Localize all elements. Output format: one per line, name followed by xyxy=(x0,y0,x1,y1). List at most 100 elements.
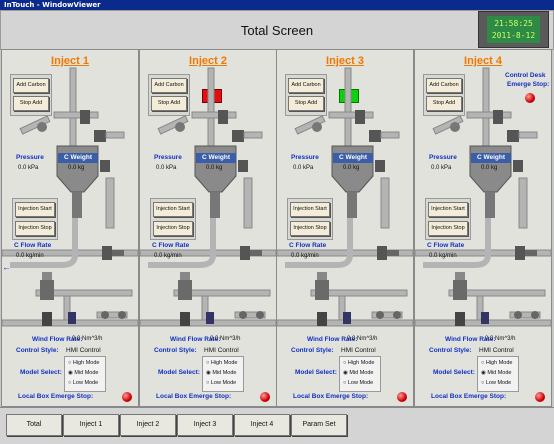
inject-panel-4: Inject 4 Add Carbon Stop Add Control Desk Em… xyxy=(414,49,552,407)
cflow-value: 0.0 kg/min xyxy=(291,253,319,259)
mode-low-radio[interactable]: ○ Low Mode xyxy=(68,380,98,386)
cweight-value: 0.0 kg xyxy=(206,165,223,171)
cflow-value: 0.0 kg/min xyxy=(16,253,44,259)
mode-high-label: High Mode xyxy=(485,360,513,366)
injection-stop-button[interactable]: Injection Stop xyxy=(153,221,193,236)
pressure-value: 0.0 kPa xyxy=(156,165,177,171)
pressure-value: 0.0 kPa xyxy=(431,165,452,171)
cweight-label: C Weight xyxy=(333,153,373,163)
cweight-value: 0.0 kg xyxy=(481,165,498,171)
nav-param-set-button[interactable]: Param Set xyxy=(291,414,347,436)
cflow-label: C Flow Rate xyxy=(152,242,190,249)
injection-start-button[interactable]: Injection Start xyxy=(15,202,55,217)
local-emerge-lamp-icon[interactable] xyxy=(397,392,407,402)
control-style-value: HMI Control xyxy=(479,347,514,354)
model-select-radio-group: ○ High Mode ◉ Mid Mode ○ Low Mode xyxy=(202,356,244,392)
pressure-label: Pressure xyxy=(16,154,44,161)
mode-mid-label: Mid Mode xyxy=(349,370,374,376)
mode-low-radio[interactable]: ○ Low Mode xyxy=(343,380,373,386)
injection-stop-button[interactable]: Injection Stop xyxy=(290,221,330,236)
nav-inject1-button[interactable]: Inject 1 xyxy=(63,414,119,436)
mode-mid-radio[interactable]: ◉ Mid Mode xyxy=(481,370,511,376)
cweight-value: 0.0 kg xyxy=(343,165,360,171)
model-select-label: Model Select: xyxy=(433,369,475,376)
nav-inject3-button[interactable]: Inject 3 xyxy=(177,414,233,436)
mode-low-label: Low Mode xyxy=(210,380,237,386)
control-style-value: HMI Control xyxy=(341,347,376,354)
pressure-value: 0.0 kPa xyxy=(18,165,39,171)
local-emerge-lamp-icon[interactable] xyxy=(122,392,132,402)
clock-display: 21:58:25 2011-8-12 xyxy=(478,11,549,48)
local-emerge-label: Local Box Emerge Stop: xyxy=(293,393,369,400)
clock-date: 2011-8-12 xyxy=(491,31,536,40)
cweight-label: C Weight xyxy=(471,153,511,163)
wind-flow-value: 0.0 Nm^3/h xyxy=(72,336,103,342)
flow-arrow-icon: ← xyxy=(2,262,11,272)
mode-mid-radio[interactable]: ◉ Mid Mode xyxy=(206,370,236,376)
pressure-label: Pressure xyxy=(291,154,319,161)
cflow-label: C Flow Rate xyxy=(14,242,52,249)
pressure-label: Pressure xyxy=(429,154,457,161)
mode-high-radio[interactable]: ○ High Mode xyxy=(206,360,237,366)
model-select-radio-group: ○ High Mode ◉ Mid Mode ○ Low Mode xyxy=(477,356,519,392)
pressure-label: Pressure xyxy=(154,154,182,161)
control-style-label: Control Style: xyxy=(429,347,472,354)
nav-total-button[interactable]: Total xyxy=(6,414,62,436)
mode-low-radio[interactable]: ○ Low Mode xyxy=(481,380,511,386)
control-style-value: HMI Control xyxy=(204,347,239,354)
mode-high-label: High Mode xyxy=(72,360,100,366)
control-style-value: HMI Control xyxy=(66,347,101,354)
cflow-value: 0.0 kg/min xyxy=(429,253,457,259)
model-select-label: Model Select: xyxy=(158,369,200,376)
nav-inject4-button[interactable]: Inject 4 xyxy=(234,414,290,436)
nav-inject2-button[interactable]: Inject 2 xyxy=(120,414,176,436)
cweight-label: C Weight xyxy=(196,153,236,163)
mode-high-radio[interactable]: ○ High Mode xyxy=(481,360,512,366)
cweight-value: 0.0 kg xyxy=(68,165,85,171)
mode-low-label: Low Mode xyxy=(347,380,374,386)
mode-high-radio[interactable]: ○ High Mode xyxy=(343,360,374,366)
mode-mid-label: Mid Mode xyxy=(487,370,512,376)
model-select-radio-group: ○ High Mode ◉ Mid Mode ○ Low Mode xyxy=(64,356,106,392)
wind-flow-value: 0.0 Nm^3/h xyxy=(210,336,241,342)
inject-panel-1: Inject 1 Add Carbon Stop Add Pressure 0.0 kP… xyxy=(1,49,139,407)
model-select-label: Model Select: xyxy=(295,369,337,376)
clock-time: 21:58:25 xyxy=(494,19,533,28)
control-style-label: Control Style: xyxy=(291,347,334,354)
injection-start-button[interactable]: Injection Start xyxy=(290,202,330,217)
mode-low-label: Low Mode xyxy=(485,380,512,386)
mode-mid-label: Mid Mode xyxy=(74,370,99,376)
control-style-label: Control Style: xyxy=(154,347,197,354)
injection-start-button[interactable]: Injection Start xyxy=(428,202,468,217)
local-emerge-lamp-icon[interactable] xyxy=(260,392,270,402)
mode-low-radio[interactable]: ○ Low Mode xyxy=(206,380,236,386)
mode-mid-radio[interactable]: ◉ Mid Mode xyxy=(343,370,373,376)
page-title: Total Screen xyxy=(240,23,314,38)
bottom-nav: Total Inject 1 Inject 2 Inject 3 Inject … xyxy=(0,407,554,444)
local-emerge-lamp-icon[interactable] xyxy=(535,392,545,402)
local-emerge-label: Local Box Emerge Stop: xyxy=(18,393,94,400)
injection-start-button[interactable]: Injection Start xyxy=(153,202,193,217)
header-bar: Total Screen xyxy=(0,10,554,50)
model-select-label: Model Select: xyxy=(20,369,62,376)
cweight-label: C Weight xyxy=(58,153,98,163)
injection-stop-button[interactable]: Injection Stop xyxy=(428,221,468,236)
local-emerge-label: Local Box Emerge Stop: xyxy=(156,393,232,400)
cflow-label: C Flow Rate xyxy=(427,242,465,249)
local-emerge-label: Local Box Emerge Stop: xyxy=(431,393,507,400)
inject-panel-3: Inject 3 Add Carbon Stop Add Pressure 0.0 kP… xyxy=(276,49,414,407)
inject-panel-2: Inject 2 Add Carbon Stop Add Pressure 0.0 kP… xyxy=(139,49,277,407)
control-style-label: Control Style: xyxy=(16,347,59,354)
model-select-radio-group: ○ High Mode ◉ Mid Mode ○ Low Mode xyxy=(339,356,381,392)
cflow-value: 0.0 kg/min xyxy=(154,253,182,259)
window-titlebar: InTouch - WindowViewer xyxy=(0,0,554,10)
wind-flow-value: 0.0 Nm^3/h xyxy=(347,336,378,342)
mode-mid-radio[interactable]: ◉ Mid Mode xyxy=(68,370,98,376)
mode-high-label: High Mode xyxy=(210,360,238,366)
injection-stop-button[interactable]: Injection Stop xyxy=(15,221,55,236)
mode-high-label: High Mode xyxy=(347,360,375,366)
wind-flow-value: 0.0 Nm^3/h xyxy=(485,336,516,342)
pressure-value: 0.0 kPa xyxy=(293,165,314,171)
window-title: InTouch - WindowViewer xyxy=(4,1,101,9)
mode-high-radio[interactable]: ○ High Mode xyxy=(68,360,99,366)
